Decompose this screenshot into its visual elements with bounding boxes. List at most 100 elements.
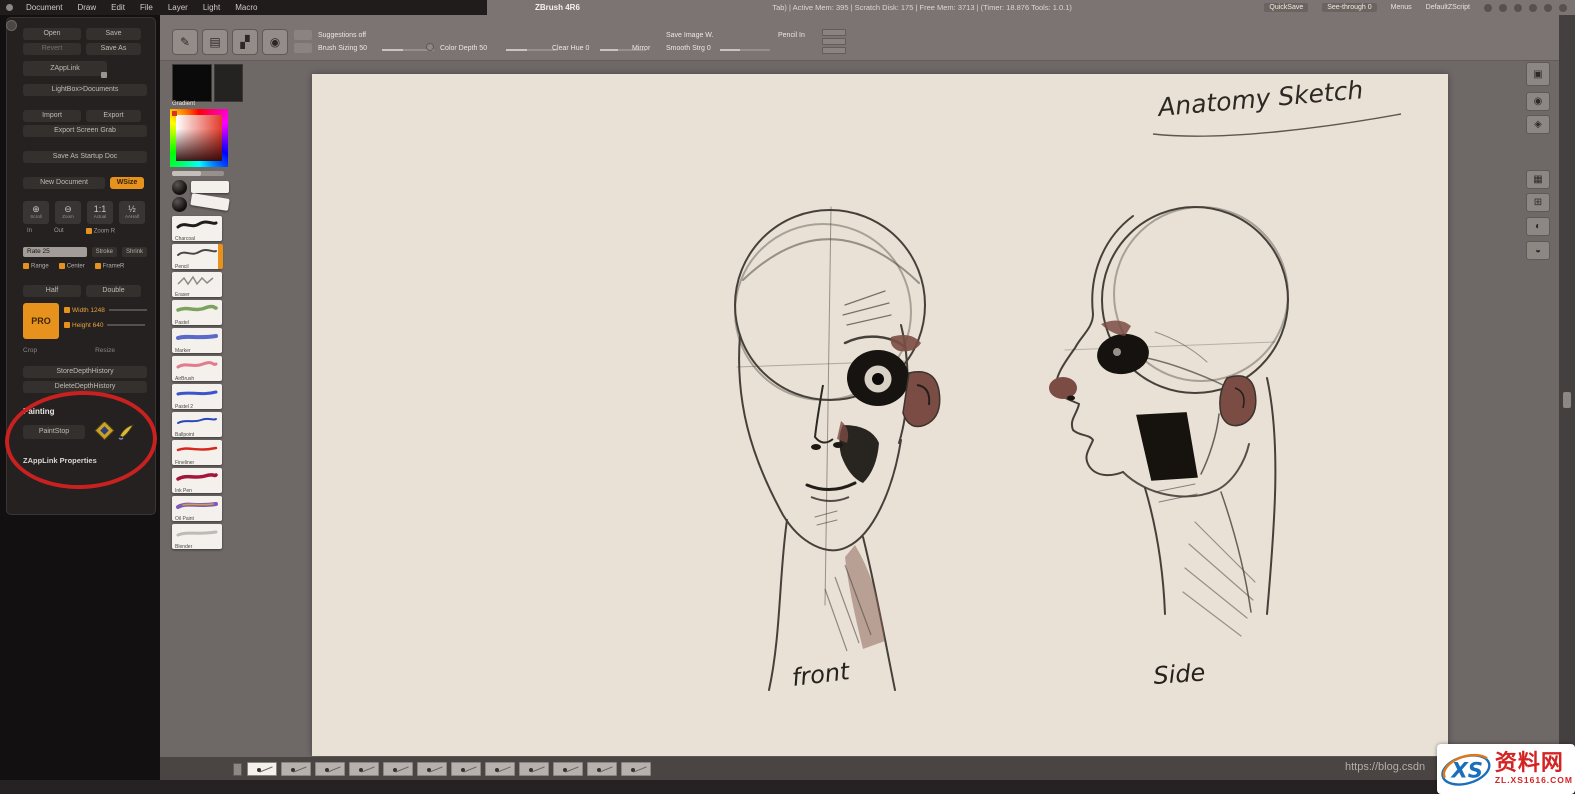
app-logo-icon[interactable] xyxy=(6,4,13,11)
save-as-button[interactable]: Save As xyxy=(86,43,141,55)
save-button[interactable]: Save xyxy=(86,28,141,40)
revert-button[interactable]: Revert xyxy=(23,43,81,55)
export-button[interactable]: Export xyxy=(86,110,141,122)
quicksave-button[interactable]: QuickSave xyxy=(1264,3,1308,12)
primary-color-swatch[interactable] xyxy=(172,64,212,102)
framer-toggle[interactable]: FrameR xyxy=(95,263,125,270)
paper-swatch[interactable] xyxy=(417,762,447,776)
home-icon[interactable] xyxy=(1499,4,1507,12)
color-depth-toggle[interactable] xyxy=(426,43,434,51)
tool-card-inkpen[interactable]: Ink Pen xyxy=(172,468,222,493)
stroke-button[interactable]: Stroke xyxy=(92,247,117,257)
open-button[interactable]: Open xyxy=(23,28,81,40)
paper-swatch[interactable] xyxy=(519,762,549,776)
menu-file[interactable]: File xyxy=(140,3,153,12)
color-intensity-slider[interactable] xyxy=(172,171,224,176)
lightbox-documents-button[interactable]: LightBox>Documents xyxy=(23,84,147,96)
crop-button[interactable]: Crop xyxy=(23,347,37,354)
paper-swatch[interactable] xyxy=(383,762,413,776)
palette-pin-icon[interactable] xyxy=(6,20,17,31)
scroll-button[interactable]: ⊕ Scroll xyxy=(23,201,49,224)
stroke-preview-card[interactable] xyxy=(190,193,229,211)
half-button[interactable]: Half xyxy=(23,285,81,297)
see-through-button[interactable]: ◉ xyxy=(1526,92,1550,111)
suggestions-toggle[interactable]: Suggestions off xyxy=(318,32,366,39)
paper-tool-button[interactable]: ▤ xyxy=(202,29,228,55)
brush-preview-card[interactable] xyxy=(191,181,229,193)
zoom-out-label[interactable]: Out xyxy=(54,228,64,234)
frame-button[interactable]: ▣ xyxy=(1526,62,1550,86)
center-toggle[interactable]: Center xyxy=(59,263,85,270)
new-document-button[interactable]: New Document xyxy=(23,177,105,189)
menu-document[interactable]: Document xyxy=(26,3,62,12)
tool-card-pastel2[interactable]: Pastel 2 xyxy=(172,384,222,409)
paper-swatch[interactable] xyxy=(349,762,379,776)
actual-size-button[interactable]: 1:1 Actual xyxy=(87,201,113,224)
menus-toggle[interactable]: Menus xyxy=(1391,4,1412,11)
scroll-canvas-button[interactable]: ▦ xyxy=(1526,170,1550,189)
tool-card-pastel[interactable]: Pastel xyxy=(172,300,222,325)
gear-icon[interactable] xyxy=(1529,4,1537,12)
store-depth-history-button[interactable]: StoreDepthHistory xyxy=(23,366,147,378)
color-depth-track[interactable] xyxy=(506,49,558,51)
zoom-button[interactable]: ⊖ Zoom xyxy=(55,201,81,224)
paper-swatch[interactable] xyxy=(247,762,277,776)
palette-icon[interactable] xyxy=(1514,4,1522,12)
gradient-toggle[interactable]: Gradient xyxy=(172,101,195,107)
menu-edit[interactable]: Edit xyxy=(111,3,125,12)
resize-button[interactable]: Resize xyxy=(95,347,115,354)
stack-button[interactable] xyxy=(822,47,846,54)
width-slider[interactable]: Width 1248 xyxy=(64,307,147,314)
stack-button[interactable] xyxy=(822,38,846,45)
zapplink-button[interactable]: ZAppLink xyxy=(23,61,107,76)
stroke-preview-knob[interactable] xyxy=(172,197,187,212)
window-icon[interactable] xyxy=(1544,4,1552,12)
help-icon[interactable] xyxy=(1484,4,1492,12)
tool-card-airbrush[interactable]: AirBrush xyxy=(172,356,222,381)
brush-preview-knob[interactable] xyxy=(172,180,187,195)
double-button[interactable]: Double xyxy=(86,285,141,297)
tool-card-blender[interactable]: Blender xyxy=(172,524,222,549)
menu-macro[interactable]: Macro xyxy=(235,3,257,12)
paper-swatch[interactable] xyxy=(485,762,515,776)
color-picker[interactable] xyxy=(170,109,228,167)
mini-button-bottom[interactable] xyxy=(294,43,312,53)
secondary-color-swatch[interactable] xyxy=(214,64,243,102)
zoom-canvas-button[interactable]: ⊞ xyxy=(1526,193,1550,212)
paper-swatch[interactable] xyxy=(315,762,345,776)
minimize-icon[interactable] xyxy=(1559,4,1567,12)
mirror-toggle[interactable]: Mirror xyxy=(632,45,650,52)
tool-card-pencil[interactable]: Pencil xyxy=(172,244,222,269)
right-scrollbar-handle[interactable] xyxy=(1563,392,1571,408)
brush-sizing-slider[interactable]: Brush Sizing 50 xyxy=(318,45,367,52)
photo-tool-button[interactable]: ◉ xyxy=(262,29,288,55)
tool-card-oilpaint[interactable]: Oil Paint xyxy=(172,496,222,521)
saturation-square[interactable] xyxy=(176,115,222,161)
menu-layer[interactable]: Layer xyxy=(168,3,188,12)
height-slider[interactable]: Height 640 xyxy=(64,322,147,329)
smooth-strength-slider[interactable]: Smooth Strg 0 xyxy=(666,45,711,52)
export-screen-grab-button[interactable]: Export Screen Grab xyxy=(23,125,147,137)
zoom-in-label[interactable]: In xyxy=(27,228,32,234)
color-depth-slider[interactable]: Color Depth 50 xyxy=(440,45,487,52)
pro-toggle[interactable]: PRO xyxy=(23,303,59,339)
paper-strip-toggle[interactable] xyxy=(233,763,242,776)
layers-tool-button[interactable]: ▞ xyxy=(232,29,258,55)
actual-canvas-button[interactable]: ◐ xyxy=(1526,217,1550,236)
menu-light[interactable]: Light xyxy=(203,3,220,12)
pencil-in-label[interactable]: Pencil In xyxy=(778,32,805,39)
shrink-button[interactable]: Shrink xyxy=(122,247,147,257)
stack-button[interactable] xyxy=(822,29,846,36)
tool-card-marker[interactable]: Marker xyxy=(172,328,222,353)
zoom-r-label[interactable]: Zoom R xyxy=(86,228,115,235)
mini-button-top[interactable] xyxy=(294,30,312,40)
see-through-slider[interactable]: See-through 0 xyxy=(1322,3,1376,12)
save-image-button[interactable]: Save Image W. xyxy=(666,32,713,39)
aa-half-canvas-button[interactable]: ◒ xyxy=(1526,241,1550,260)
paper-swatch[interactable] xyxy=(281,762,311,776)
save-as-startup-doc-button[interactable]: Save As Startup Doc xyxy=(23,151,147,163)
tool-card-ballpoint[interactable]: Ballpoint xyxy=(172,412,222,437)
wsize-toggle[interactable]: WSize xyxy=(110,177,144,189)
paper-swatch[interactable] xyxy=(451,762,481,776)
tool-card-fineliner[interactable]: Fineliner xyxy=(172,440,222,465)
